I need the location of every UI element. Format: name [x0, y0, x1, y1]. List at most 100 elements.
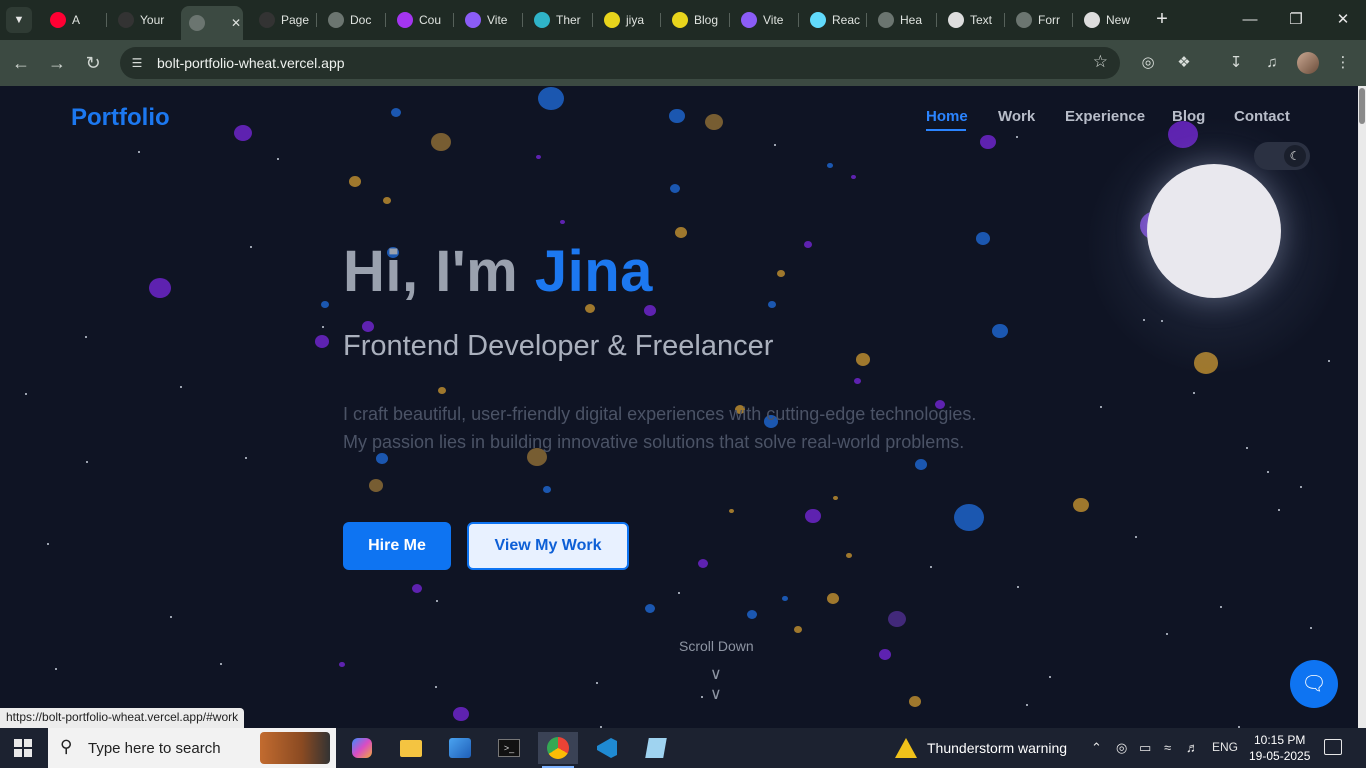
chevrons-down-icon[interactable]: ∨ ∨: [710, 664, 722, 704]
browser-tab[interactable]: Forr: [1008, 6, 1068, 34]
language-indicator[interactable]: ENG: [1212, 740, 1238, 754]
particle: [315, 335, 329, 348]
forward-icon[interactable]: →: [44, 50, 70, 76]
particle: [846, 553, 852, 559]
terminal-icon[interactable]: >_: [489, 732, 529, 764]
particle: [827, 593, 839, 604]
tab-separator: [1072, 13, 1073, 27]
hire-me-button[interactable]: Hire Me: [343, 522, 451, 570]
wifi-icon[interactable]: ≈: [1164, 740, 1171, 755]
tab-label: Forr: [1038, 13, 1060, 27]
close-tab-icon[interactable]: ✕: [231, 16, 241, 30]
copilot-icon[interactable]: [342, 732, 382, 764]
profile-avatar[interactable]: [1297, 52, 1319, 74]
link-status-bubble: https://bolt-portfolio-wheat.vercel.app/…: [0, 708, 245, 728]
file-explorer-icon[interactable]: [391, 732, 431, 764]
star: [1100, 406, 1102, 408]
browser-toolbar: ← → ↻ ☰ bolt-portfolio-wheat.vercel.app …: [0, 40, 1366, 86]
address-bar[interactable]: ☰ bolt-portfolio-wheat.vercel.app ☆: [120, 47, 1120, 79]
browser-tab[interactable]: Page: [251, 6, 311, 34]
new-tab-button[interactable]: +: [1150, 8, 1174, 32]
battery-icon[interactable]: ▭: [1139, 740, 1151, 756]
particle: [782, 596, 788, 602]
nav-home[interactable]: Home: [926, 108, 968, 125]
nav-contact[interactable]: Contact: [1234, 108, 1290, 125]
globe-icon: [328, 12, 344, 28]
camera-icon[interactable]: ◎: [1116, 740, 1127, 756]
notepad-icon[interactable]: [636, 732, 676, 764]
scroll-down-label[interactable]: Scroll Down: [679, 638, 754, 654]
chat-icon[interactable]: 🗨: [1290, 660, 1338, 708]
star: [1166, 633, 1168, 635]
browser-tab[interactable]: Blog: [664, 6, 724, 34]
browser-tab[interactable]: Text: [940, 6, 1000, 34]
page-scrollbar[interactable]: [1358, 86, 1366, 728]
star: [1193, 392, 1195, 394]
search-highlight-image: [260, 732, 330, 764]
volume-icon[interactable]: ♬: [1186, 740, 1199, 755]
globe-icon: [189, 15, 205, 31]
browser-tab[interactable]: Vite: [733, 6, 793, 34]
chevron-up-icon[interactable]: ⌃: [1091, 740, 1102, 756]
browser-tab[interactable]: A: [42, 6, 102, 34]
vscode-icon[interactable]: [587, 732, 627, 764]
media-control-icon[interactable]: ♫: [1261, 52, 1283, 74]
site-info-icon[interactable]: ☰: [128, 54, 146, 72]
minimize-icon[interactable]: —: [1238, 8, 1262, 32]
browser-tab[interactable]: Ther: [526, 6, 588, 34]
notification-icon[interactable]: [1324, 739, 1342, 755]
url-text[interactable]: bolt-portfolio-wheat.vercel.app: [157, 55, 345, 71]
particle: [438, 387, 446, 395]
particle: [794, 626, 802, 634]
browser-tab[interactable]: Doc: [320, 6, 380, 34]
scrollbar-thumb[interactable]: [1359, 88, 1365, 124]
browser-tab[interactable]: Cou: [389, 6, 449, 34]
nav-experience[interactable]: Experience: [1065, 108, 1145, 125]
browser-menu-icon[interactable]: ⋮: [1332, 52, 1354, 74]
browser-tab[interactable]: Your: [110, 6, 172, 34]
site-logo[interactable]: Portfolio: [71, 104, 170, 132]
particle: [728, 508, 734, 513]
tab-separator: [385, 13, 386, 27]
bookmark-star-icon[interactable]: ☆: [1093, 52, 1108, 72]
tab-separator: [866, 13, 867, 27]
nav-blog[interactable]: Blog: [1172, 108, 1205, 125]
chrome-icon[interactable]: [538, 732, 578, 768]
weather-widget[interactable]: Thunderstorm warning: [895, 738, 1067, 758]
star: [250, 246, 252, 248]
particle: [805, 509, 821, 524]
github-icon: [118, 12, 134, 28]
extensions-icon[interactable]: ❖: [1173, 52, 1195, 74]
tab-label: Cou: [419, 13, 442, 27]
close-window-icon[interactable]: ✕: [1331, 8, 1355, 32]
tab-search-button[interactable]: ▼: [6, 7, 32, 33]
globe-icon: [1016, 12, 1032, 28]
restore-icon[interactable]: ❐: [1284, 8, 1308, 32]
theme-toggle[interactable]: ☾: [1254, 142, 1310, 170]
back-icon[interactable]: ←: [8, 50, 34, 76]
clock[interactable]: 10:15 PM 19-05-2025: [1249, 732, 1310, 764]
reload-icon[interactable]: ↻: [80, 50, 106, 76]
tab-label: Vite: [487, 13, 508, 27]
chrome-icon: [1084, 12, 1100, 28]
browser-tab[interactable]: Vite: [457, 6, 517, 34]
globe-icon: [878, 12, 894, 28]
compass-icon[interactable]: ◎: [1137, 52, 1159, 74]
browser-tab[interactable]: jiya: [596, 6, 656, 34]
particle: [321, 301, 329, 309]
browser-tab[interactable]: New: [1076, 6, 1138, 34]
browser-tab[interactable]: ✕: [181, 6, 243, 40]
browser-tab[interactable]: Hea: [870, 6, 932, 34]
windows-start-icon[interactable]: [14, 739, 32, 757]
clock-date: 19-05-2025: [1249, 749, 1311, 763]
view-my-work-button[interactable]: View My Work: [467, 522, 629, 570]
photos-icon[interactable]: [440, 732, 480, 764]
nav-work[interactable]: Work: [998, 108, 1035, 125]
youtube-music-icon: [50, 12, 66, 28]
browser-tab[interactable]: Reac: [802, 6, 862, 34]
github-icon: [259, 12, 275, 28]
taskbar-search[interactable]: ⚲ Type here to search: [48, 728, 336, 768]
search-icon: ⚲: [60, 737, 73, 756]
download-icon[interactable]: ↧: [1225, 52, 1247, 74]
tab-label: Doc: [350, 13, 372, 27]
